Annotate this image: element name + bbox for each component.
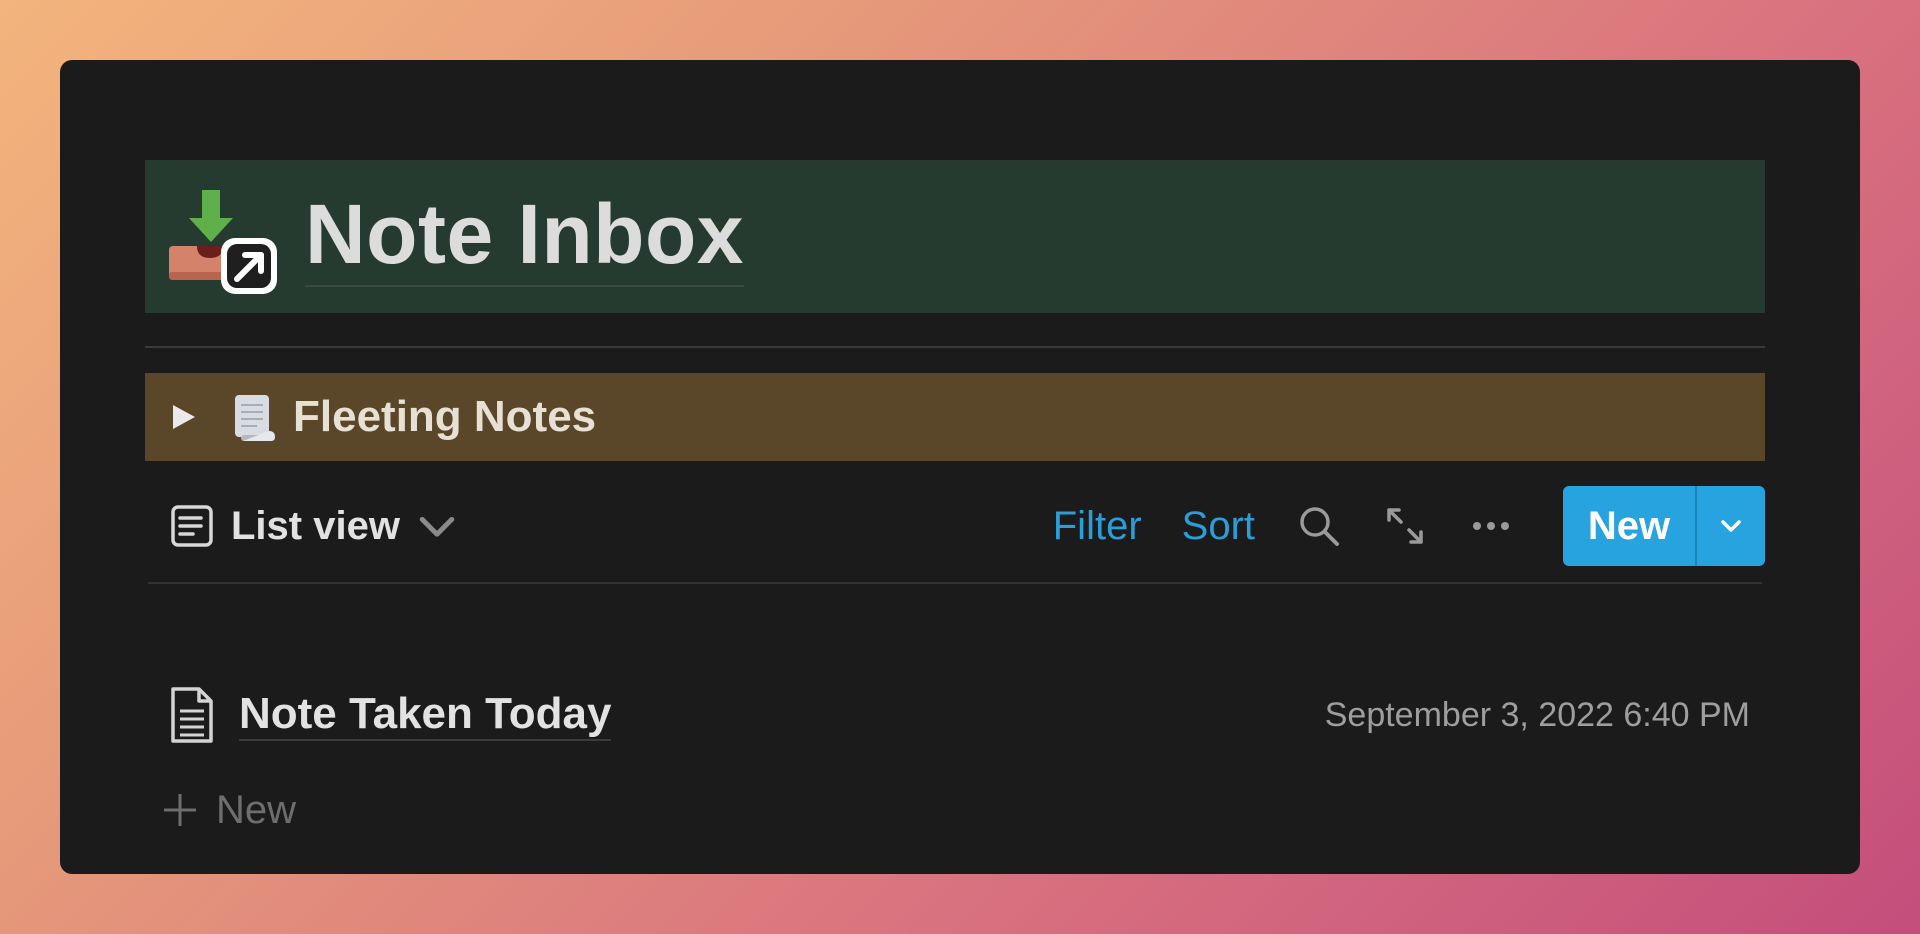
expand-icon[interactable] (1383, 504, 1427, 548)
list-view-icon (171, 505, 213, 547)
list-item[interactable]: Note Taken Today September 3, 2022 6:40 … (145, 675, 1765, 755)
inbox-tray-shortcut-icon[interactable] (157, 172, 287, 302)
add-new-label: New (216, 787, 297, 832)
chevron-down-icon (1721, 520, 1741, 532)
chevron-down-icon (419, 516, 455, 537)
toggle-label: Fleeting Notes (293, 392, 597, 441)
app-window: Note Inbox Fleeting Notes List view Filt… (60, 60, 1860, 874)
sort-button[interactable]: Sort (1182, 504, 1255, 549)
document-icon (171, 687, 213, 743)
view-switcher[interactable]: List view (169, 503, 460, 549)
toolbar-divider (148, 582, 1762, 584)
add-new-item-button[interactable]: New (160, 780, 296, 840)
database-toolbar: List view Filter Sort New (145, 485, 1765, 567)
new-button-group: New (1563, 486, 1765, 566)
list-item-title[interactable]: Note Taken Today (239, 689, 612, 741)
new-button[interactable]: New (1563, 486, 1695, 566)
page-title[interactable]: Note Inbox (305, 186, 744, 287)
toggle-arrow-icon[interactable] (169, 403, 197, 431)
list-item-date: September 3, 2022 6:40 PM (1324, 695, 1750, 734)
toolbar-actions: Filter Sort New (1013, 486, 1765, 566)
view-label: List view (231, 503, 400, 548)
new-dropdown-button[interactable] (1697, 486, 1765, 566)
page-header: Note Inbox (145, 160, 1765, 313)
more-options-icon[interactable] (1469, 504, 1513, 548)
plus-icon (164, 794, 196, 826)
scroll-page-icon (227, 391, 279, 443)
search-icon[interactable] (1297, 504, 1341, 548)
divider (145, 346, 1765, 348)
filter-button[interactable]: Filter (1053, 504, 1142, 549)
fleeting-notes-toggle[interactable]: Fleeting Notes (145, 373, 1765, 461)
